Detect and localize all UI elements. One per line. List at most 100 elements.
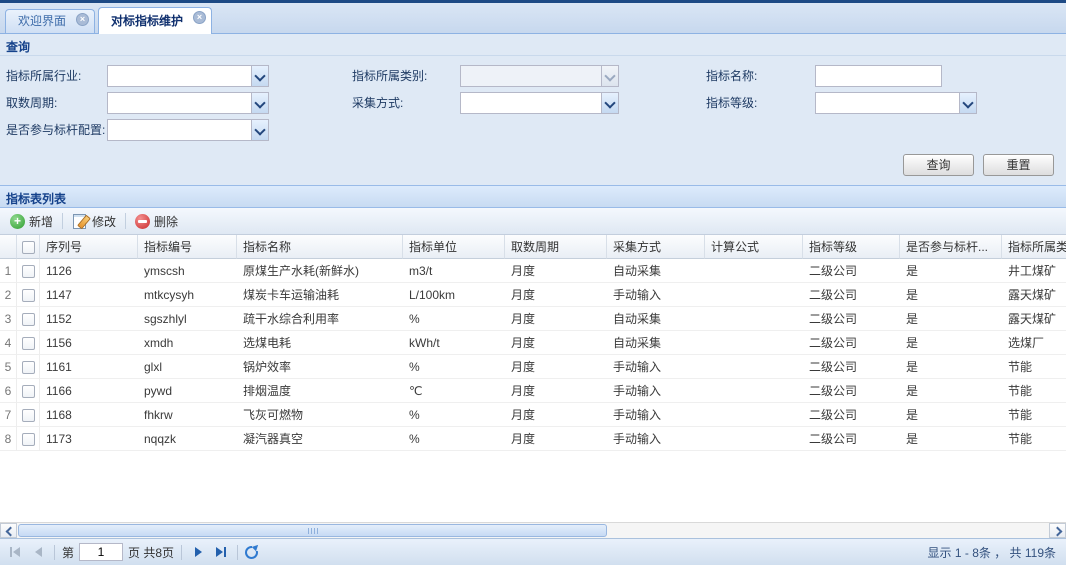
table-cell: 煤炭卡车运输油耗 — [237, 283, 403, 307]
row-checkbox-cell[interactable] — [17, 331, 40, 355]
benchmark-label: 是否参与标杆配置: — [6, 119, 105, 141]
benchmark-combo[interactable] — [107, 119, 269, 141]
industry-combo[interactable] — [107, 65, 269, 87]
page-number-input[interactable] — [79, 543, 123, 561]
row-checkbox-cell[interactable] — [17, 379, 40, 403]
toolbar-separator — [125, 213, 126, 229]
column-header-3[interactable]: 指标单位 — [403, 235, 505, 259]
last-page-icon[interactable] — [212, 543, 230, 561]
column-header-8[interactable]: 是否参与标杆... — [900, 235, 1002, 259]
row-checkbox[interactable] — [22, 337, 35, 350]
first-page-icon[interactable] — [6, 543, 24, 561]
row-number: 1 — [0, 259, 17, 283]
table-cell: L/100km — [403, 283, 505, 307]
refresh-icon[interactable] — [245, 546, 258, 559]
indicator-table: 序列号指标编号指标名称指标单位取数周期采集方式计算公式指标等级是否参与标杆...… — [0, 235, 1066, 522]
table-cell: 是 — [900, 283, 1002, 307]
category-combo — [460, 65, 619, 87]
table-row[interactable]: 81173nqqzk凝汽器真空%月度手动输入二级公司是节能 — [0, 427, 1066, 451]
chevron-down-icon[interactable] — [251, 120, 268, 140]
paging-separator — [54, 545, 55, 560]
row-checkbox-cell[interactable] — [17, 259, 40, 283]
scroll-right-icon[interactable] — [1049, 523, 1066, 538]
table-cell: 手动输入 — [607, 355, 705, 379]
add-button[interactable]: + 新增 — [5, 211, 58, 232]
collect-method-combo[interactable] — [460, 92, 619, 114]
industry-combo-input[interactable] — [108, 66, 251, 86]
row-checkbox-cell[interactable] — [17, 283, 40, 307]
row-checkbox[interactable] — [22, 409, 35, 422]
table-row[interactable]: 71168fhkrw飞灰可燃物%月度手动输入二级公司是节能 — [0, 403, 1066, 427]
table-row[interactable]: 61166pywd排烟温度℃月度手动输入二级公司是节能 — [0, 379, 1066, 403]
column-header-4[interactable]: 取数周期 — [505, 235, 607, 259]
table-row[interactable]: 11126ymscsh原煤生产水耗(新鲜水)m3/t月度自动采集二级公司是井工煤… — [0, 259, 1066, 283]
column-header-1[interactable]: 指标编号 — [138, 235, 237, 259]
chevron-down-icon[interactable] — [959, 93, 976, 113]
chevron-down-icon[interactable] — [251, 66, 268, 86]
edit-button[interactable]: 修改 — [67, 211, 121, 232]
row-checkbox-cell[interactable] — [17, 403, 40, 427]
table-row[interactable]: 31152sgszhlyl疏干水综合利用率%月度自动采集二级公司是露天煤矿 — [0, 307, 1066, 331]
table-cell — [705, 427, 803, 451]
row-checkbox[interactable] — [22, 385, 35, 398]
benchmark-combo-input[interactable] — [108, 120, 251, 140]
industry-label: 指标所属行业: — [6, 65, 81, 87]
tab-welcome[interactable]: 欢迎界面 × — [5, 9, 95, 33]
period-combo[interactable] — [107, 92, 269, 114]
column-header-7[interactable]: 指标等级 — [803, 235, 900, 259]
select-all-header[interactable] — [17, 235, 40, 259]
indicator-name-input[interactable] — [815, 65, 942, 87]
column-header-0[interactable]: 序列号 — [40, 235, 138, 259]
table-cell: % — [403, 307, 505, 331]
close-icon[interactable]: × — [193, 11, 206, 24]
column-header-9[interactable]: 指标所属类别 — [1002, 235, 1066, 259]
delete-button[interactable]: 删除 — [130, 211, 183, 232]
next-page-icon[interactable] — [189, 543, 207, 561]
table-row[interactable]: 41156xmdh选煤电耗kWh/t月度自动采集二级公司是选煤厂 — [0, 331, 1066, 355]
close-icon[interactable]: × — [76, 13, 89, 26]
header-row: 序列号指标编号指标名称指标单位取数周期采集方式计算公式指标等级是否参与标杆...… — [0, 235, 1066, 259]
column-header-2[interactable]: 指标名称 — [237, 235, 403, 259]
chevron-down-icon[interactable] — [251, 93, 268, 113]
table-row[interactable]: 21147mtkcysyh煤炭卡车运输油耗L/100km月度手动输入二级公司是露… — [0, 283, 1066, 307]
search-button[interactable]: 查询 — [903, 154, 974, 176]
table-cell: 原煤生产水耗(新鲜水) — [237, 259, 403, 283]
row-checkbox[interactable] — [22, 265, 35, 278]
reset-button[interactable]: 重置 — [983, 154, 1054, 176]
table-cell: 二级公司 — [803, 283, 900, 307]
level-combo[interactable] — [815, 92, 977, 114]
period-combo-input[interactable] — [108, 93, 251, 113]
row-checkbox-cell[interactable] — [17, 355, 40, 379]
delete-button-label: 删除 — [154, 213, 178, 230]
row-checkbox[interactable] — [22, 433, 35, 446]
row-checkbox[interactable] — [22, 289, 35, 302]
table-cell: 1173 — [40, 427, 138, 451]
scrollbar-thumb[interactable] — [18, 524, 607, 537]
row-checkbox-cell[interactable] — [17, 307, 40, 331]
table-cell — [705, 379, 803, 403]
table-cell: 1168 — [40, 403, 138, 427]
select-all-checkbox[interactable] — [22, 241, 35, 254]
row-checkbox-cell[interactable] — [17, 427, 40, 451]
chevron-down-icon[interactable] — [601, 93, 618, 113]
table-cell: 排烟温度 — [237, 379, 403, 403]
table-cell: 二级公司 — [803, 259, 900, 283]
tab-bar: 欢迎界面 × 对标指标维护 × — [0, 3, 1066, 34]
column-header-6[interactable]: 计算公式 — [705, 235, 803, 259]
table-cell: 是 — [900, 355, 1002, 379]
table-row[interactable]: 51161glxl锅炉效率%月度手动输入二级公司是节能 — [0, 355, 1066, 379]
column-header-5[interactable]: 采集方式 — [607, 235, 705, 259]
prev-page-icon[interactable] — [29, 543, 47, 561]
horizontal-scrollbar[interactable] — [0, 522, 1066, 538]
collect-method-combo-input[interactable] — [461, 93, 601, 113]
level-label: 指标等级: — [706, 92, 757, 114]
row-checkbox[interactable] — [22, 361, 35, 374]
scroll-left-icon[interactable] — [0, 523, 17, 538]
add-icon: + — [10, 214, 25, 229]
table-cell: m3/t — [403, 259, 505, 283]
table-cell: fhkrw — [138, 403, 237, 427]
level-combo-input[interactable] — [816, 93, 959, 113]
table-cell: 自动采集 — [607, 259, 705, 283]
row-checkbox[interactable] — [22, 313, 35, 326]
tab-indicator-maintenance[interactable]: 对标指标维护 × — [98, 7, 212, 34]
